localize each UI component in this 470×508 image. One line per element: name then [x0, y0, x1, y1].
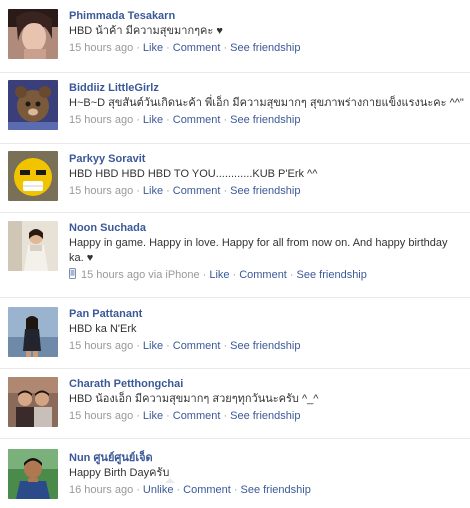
post-timestamp: 15 hours ago: [69, 410, 134, 422]
like-link[interactable]: Like: [143, 410, 163, 422]
like-link[interactable]: Like: [143, 114, 163, 126]
wall-post: Noon Suchada Happy in game. Happy in lov…: [0, 212, 470, 297]
divider: [0, 438, 470, 439]
post-message: HBD น้าค้า มีความสุขมากๆคะ ♥: [69, 25, 223, 37]
separator-dot: ·: [166, 114, 170, 126]
post-meta: 15 hours ago · Like · Comment · See friendship: [69, 113, 464, 128]
separator-dot: ·: [166, 185, 170, 197]
avatar[interactable]: [8, 221, 58, 271]
separator-dot: ·: [202, 269, 207, 281]
avatar[interactable]: [8, 307, 58, 357]
separator-dot: ·: [223, 340, 228, 352]
post-timestamp: 15 hours ago: [69, 114, 134, 126]
separator-dot: ·: [166, 42, 170, 54]
separator-dot: ·: [223, 185, 228, 197]
post-message: Happy in game. Happy in love. Happy for …: [69, 237, 448, 264]
separator-dot: ·: [136, 410, 140, 422]
post-author[interactable]: Noon Suchada: [69, 221, 464, 235]
post-author[interactable]: Charath Petthongchai: [69, 377, 464, 391]
avatar[interactable]: [8, 9, 58, 59]
post-timestamp: 15 hours ago via iPhone: [81, 269, 200, 281]
comment-link[interactable]: Comment: [173, 340, 221, 352]
wall-post: Charath Petthongchai HBD น้องเอ็ก มีความ…: [0, 368, 470, 438]
separator-dot: ·: [223, 114, 228, 126]
see-friendship-link[interactable]: See friendship: [230, 185, 300, 197]
avatar[interactable]: [8, 377, 58, 427]
see-friendship-link[interactable]: See friendship: [230, 114, 300, 126]
post-timestamp: 15 hours ago: [69, 185, 134, 197]
separator-dot: ·: [223, 410, 228, 422]
like-link[interactable]: Like: [143, 42, 163, 54]
post-message: HBD น้องเอ็ก มีความสุขมากๆ สวยๆทุกวันนะค…: [69, 393, 319, 405]
post-author[interactable]: Biddiiz LittleGirlz: [69, 81, 464, 95]
post-message: HBD HBD HBD HBD TO YOU............KUB P'…: [69, 168, 318, 180]
post-author[interactable]: Nun ศูนย์ศูนย์เจ็ด: [69, 451, 464, 465]
mobile-phone-icon: [69, 268, 76, 279]
separator-dot: ·: [223, 42, 228, 54]
divider: [0, 72, 470, 73]
divider: [0, 368, 470, 369]
post-author[interactable]: Phimmada Tesakarn: [69, 9, 464, 23]
separator-dot: ·: [136, 42, 140, 54]
avatar[interactable]: [8, 80, 58, 130]
separator-dot: ·: [166, 340, 170, 352]
separator-dot: ·: [136, 340, 140, 352]
unlike-link[interactable]: Unlike: [143, 484, 174, 496]
comment-link[interactable]: Comment: [239, 269, 287, 281]
like-link[interactable]: Like: [143, 185, 163, 197]
post-meta: 16 hours ago · Unlike · Comment · See friendsh…: [69, 478, 464, 498]
avatar[interactable]: [8, 449, 58, 499]
post-meta: 15 hours ago · Like · Comment · See friendship: [69, 339, 464, 354]
post-timestamp: 15 hours ago: [69, 340, 134, 352]
wall-post: Phimmada Tesakarn HBD น้าค้า มีความสุขมา…: [0, 0, 470, 70]
see-friendship-link[interactable]: See friendship: [297, 269, 367, 281]
post-meta: 15 hours ago · Like · Comment · See friendship: [69, 184, 464, 199]
divider: [0, 297, 470, 298]
separator-dot: ·: [176, 484, 181, 496]
divider: [0, 212, 470, 213]
post-timestamp: 16 hours ago: [69, 484, 134, 496]
wall-post: Pan Pattanant HBD ka N'Erk 15 hours ago ·…: [0, 297, 470, 368]
separator-dot: ·: [136, 484, 140, 496]
divider: [0, 143, 470, 144]
wall-posts-feed: Phimmada Tesakarn HBD น้าค้า มีความสุขมา…: [0, 0, 470, 508]
see-friendship-link[interactable]: See friendship: [241, 484, 311, 496]
wall-post: Biddiiz LittleGirlz H~B~D สุขสันต์วันเกิ…: [0, 72, 470, 142]
separator-dot: ·: [166, 410, 170, 422]
post-author[interactable]: Parkyy Soravit: [69, 152, 464, 166]
separator-dot: ·: [289, 269, 294, 281]
separator-dot: ·: [232, 269, 237, 281]
comment-link[interactable]: Comment: [173, 114, 221, 126]
see-friendship-link[interactable]: See friendship: [230, 42, 300, 54]
comment-link[interactable]: Comment: [173, 42, 221, 54]
post-meta: 15 hours ago · Like · Comment · See friendship: [69, 409, 464, 424]
post-message: HBD ka N'Erk: [69, 323, 137, 335]
see-friendship-link[interactable]: See friendship: [230, 340, 300, 352]
see-friendship-link[interactable]: See friendship: [230, 410, 300, 422]
post-message: H~B~D สุขสันต์วันเกิดนะค้า พี่เอ็ก มีควา…: [69, 97, 464, 109]
comment-notch: [165, 478, 175, 483]
wall-post: Nun ศูนย์ศูนย์เจ็ด Happy Birth Dayครับ 1…: [0, 438, 470, 508]
comment-link[interactable]: Comment: [183, 484, 231, 496]
post-message: Happy Birth Dayครับ: [69, 467, 170, 479]
post-meta: 15 hours ago · Like · Comment · See friendship: [69, 41, 464, 56]
post-author[interactable]: Pan Pattanant: [69, 307, 464, 321]
comment-link[interactable]: Comment: [173, 185, 221, 197]
comment-link[interactable]: Comment: [173, 410, 221, 422]
post-meta: 15 hours ago via iPhone · Like · Comment · See…: [69, 268, 464, 283]
like-link[interactable]: Like: [209, 269, 229, 281]
wall-post: Parkyy Soravit HBD HBD HBD HBD TO YOU...…: [0, 143, 470, 213]
separator-dot: ·: [136, 185, 140, 197]
avatar[interactable]: [8, 151, 58, 201]
post-timestamp: 15 hours ago: [69, 42, 134, 54]
separator-dot: ·: [233, 484, 238, 496]
separator-dot: ·: [136, 114, 140, 126]
like-link[interactable]: Like: [143, 340, 163, 352]
